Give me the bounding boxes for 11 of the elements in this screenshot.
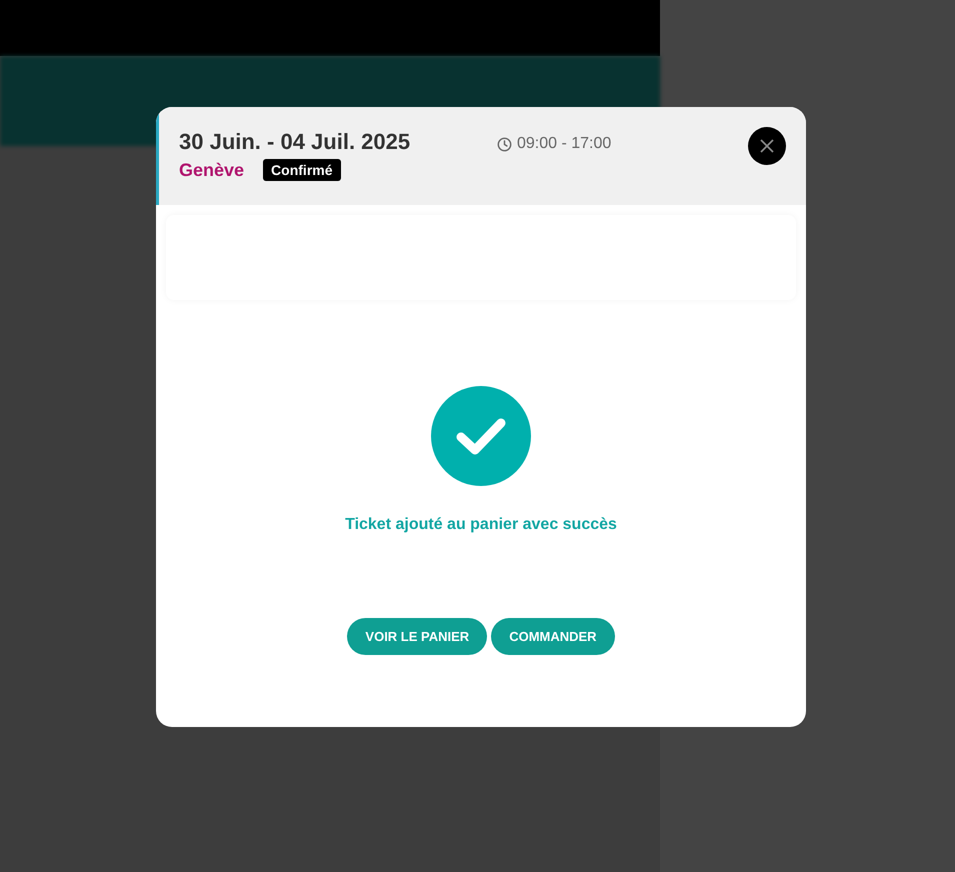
success-check-icon bbox=[431, 386, 531, 486]
event-time: 09:00 - 17:00 bbox=[517, 135, 612, 153]
event-dates: 30 Juin. - 04 Juil. 2025 bbox=[179, 129, 412, 155]
close-icon bbox=[759, 138, 775, 154]
success-message: Ticket ajouté au panier avec succès bbox=[345, 516, 617, 534]
view-cart-button[interactable]: VOIR LE PANIER bbox=[347, 618, 488, 655]
event-city: Genève bbox=[179, 160, 244, 180]
order-button[interactable]: COMMANDER bbox=[491, 618, 615, 655]
status-badge: Confirmé bbox=[263, 159, 340, 181]
clock-icon bbox=[497, 136, 512, 152]
close-button[interactable] bbox=[748, 127, 786, 165]
